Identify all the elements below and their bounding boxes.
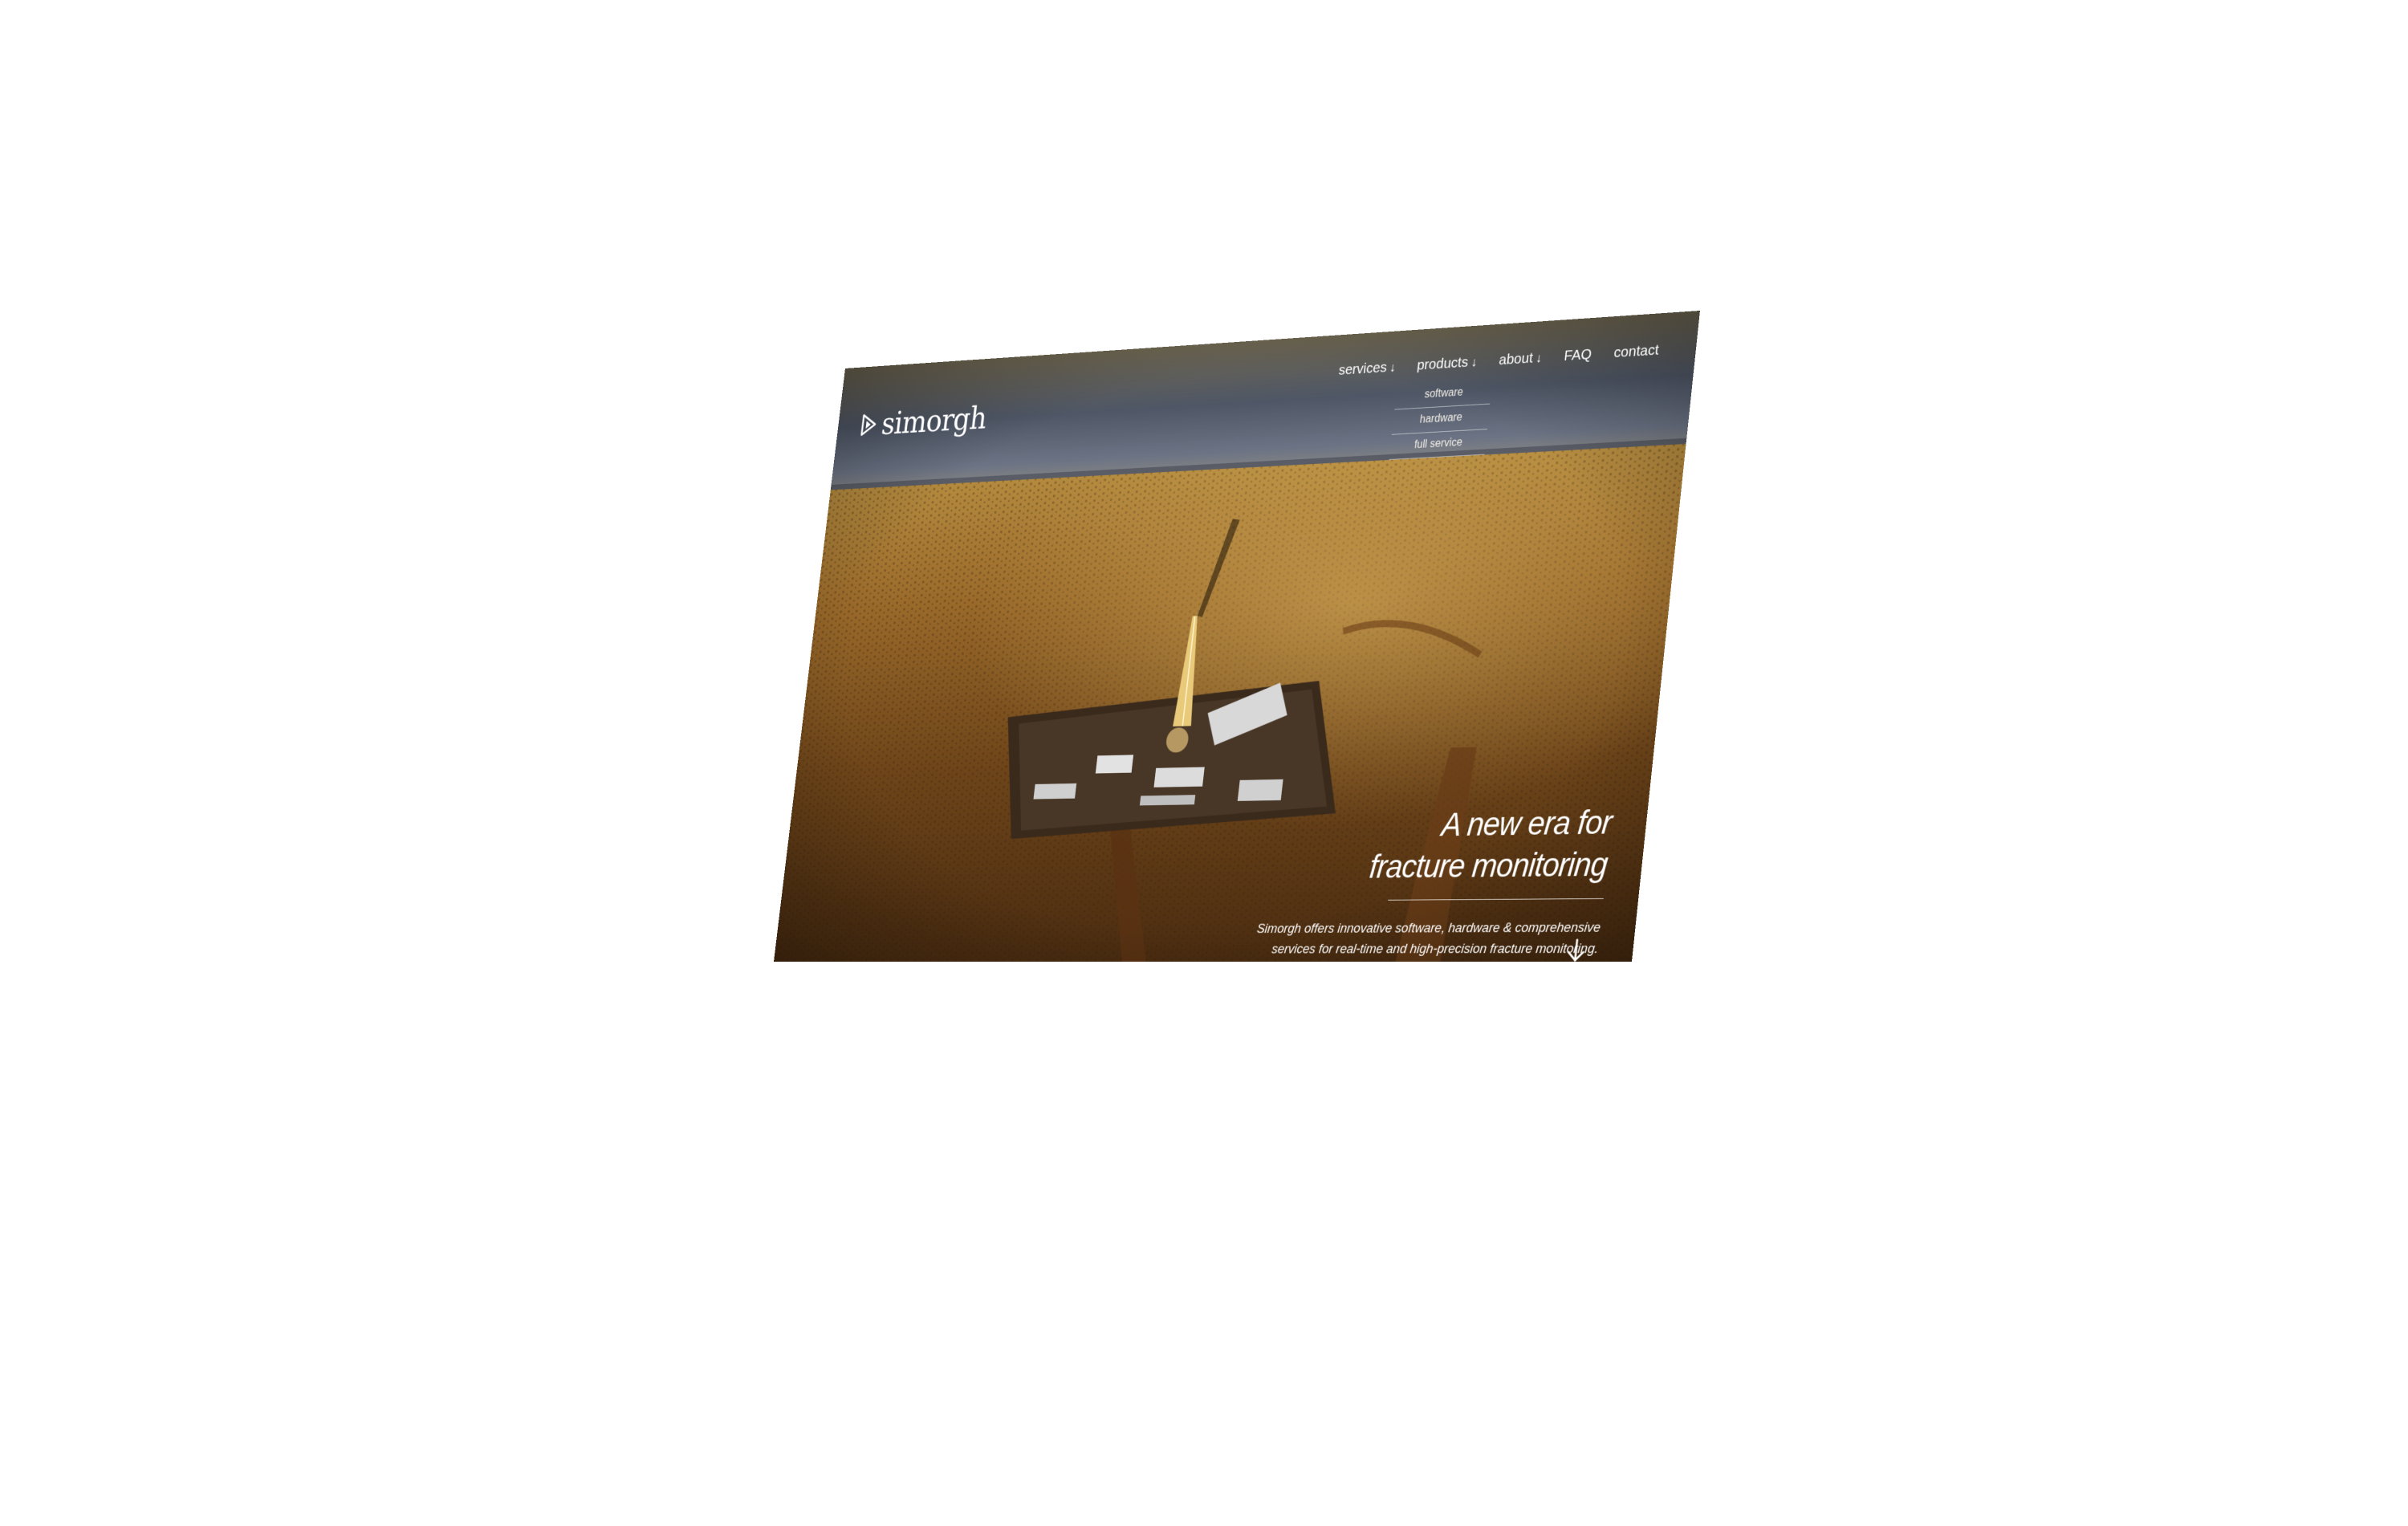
nav-services-label: services: [1337, 359, 1388, 379]
products-dropdown: software hardware full service: [1389, 379, 1493, 460]
nav-contact-label: contact: [1613, 341, 1660, 361]
brand-name: simorgh: [879, 399, 989, 442]
hero-headline: A new era for fracture monitoring: [1220, 802, 1613, 889]
scroll-down-button[interactable]: [1564, 938, 1588, 962]
play-triangle-icon: [859, 412, 879, 437]
hero-headline-line-2: fracture monitoring: [1368, 844, 1609, 885]
hero-subtext-line-1: Simorgh offers innovative software, hard…: [1255, 920, 1601, 937]
arrow-down-icon: ↓: [1470, 355, 1479, 369]
canvas: simorgh services ↓ products ↓ software har…: [0, 0, 2408, 1526]
arrow-down-icon: ↓: [1389, 360, 1397, 375]
hero-section: A new era for fracture monitoring Simorg…: [1212, 802, 1613, 960]
website-screenshot: simorgh services ↓ products ↓ software har…: [773, 310, 1700, 962]
hero-divider: [1388, 898, 1604, 901]
nav-faq-label: FAQ: [1563, 346, 1592, 364]
hero-subtext: Simorgh offers innovative software, hard…: [1212, 918, 1601, 960]
nav-about[interactable]: about ↓: [1498, 349, 1543, 368]
nav-contact[interactable]: contact: [1613, 342, 1660, 362]
nav-products-label: products: [1416, 353, 1470, 374]
hero-subtext-line-2: services for real-time and high-precisio…: [1271, 941, 1600, 957]
hero-headline-line-1: A new era for: [1439, 803, 1614, 844]
arrow-down-icon: ↓: [1535, 350, 1543, 365]
nav-about-label: about: [1498, 349, 1534, 368]
nav-faq[interactable]: FAQ: [1563, 346, 1592, 364]
arrow-down-icon: [1564, 938, 1587, 962]
dropdown-item-full-service[interactable]: full service: [1389, 429, 1488, 460]
